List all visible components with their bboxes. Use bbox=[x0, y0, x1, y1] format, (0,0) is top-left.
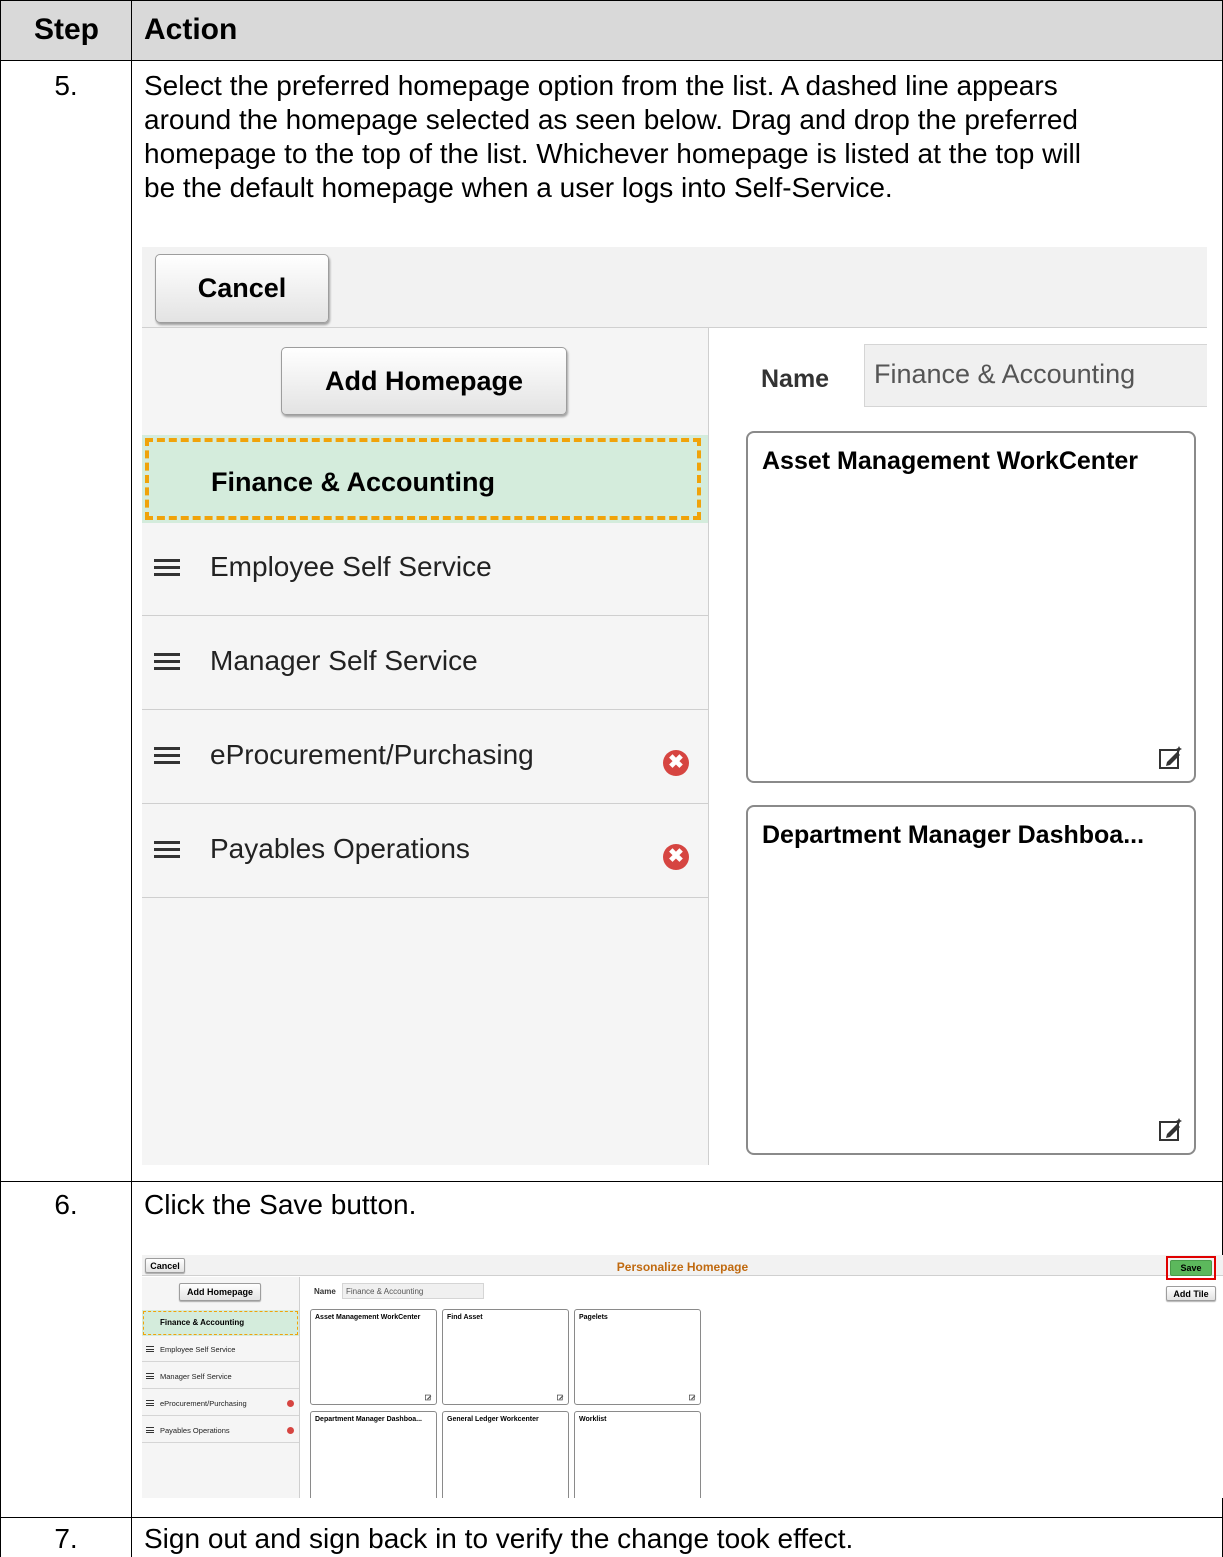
tile-title: General Ledger Workcenter bbox=[447, 1416, 539, 1423]
homepage-item[interactable]: eProcurement/Purchasing bbox=[142, 1390, 299, 1416]
drag-handle-icon[interactable] bbox=[146, 1346, 154, 1352]
save-button-highlight: Save bbox=[1166, 1256, 1216, 1280]
homepage-item-label: eProcurement/Purchasing bbox=[210, 739, 534, 770]
tile-title: Find Asset bbox=[447, 1314, 483, 1321]
step-number: 6. bbox=[54, 1189, 78, 1220]
tile[interactable]: Find Asset bbox=[442, 1309, 569, 1405]
add-homepage-button[interactable]: Add Homepage bbox=[179, 1283, 261, 1301]
homepage-item[interactable]: Payables Operations bbox=[142, 1417, 299, 1443]
delete-icon[interactable]: ✖ bbox=[663, 750, 689, 776]
add-tile-button[interactable]: Add Tile bbox=[1166, 1286, 1216, 1301]
step-instruction: Click the Save button. bbox=[144, 1189, 417, 1220]
step-instruction: Select the preferred homepage option fro… bbox=[144, 70, 1081, 203]
tile-title: Department Manager Dashboa... bbox=[315, 1416, 422, 1423]
header-step: Step bbox=[34, 13, 100, 46]
tile[interactable]: Pagelets bbox=[574, 1309, 701, 1405]
drag-handle-icon[interactable] bbox=[146, 1427, 154, 1433]
delete-icon[interactable] bbox=[287, 1427, 294, 1434]
toolbar: Cancel bbox=[142, 247, 1207, 328]
edit-icon[interactable] bbox=[1158, 745, 1184, 771]
homepage-item-label: Finance & Accounting bbox=[211, 467, 496, 497]
drag-handle-icon[interactable] bbox=[154, 559, 180, 577]
homepage-item-selected[interactable]: Finance & Accounting bbox=[142, 435, 708, 523]
tile-title: Asset Management WorkCenter bbox=[762, 447, 1139, 475]
tile[interactable]: General Ledger Workcenter bbox=[442, 1411, 569, 1498]
delete-icon[interactable] bbox=[287, 1400, 294, 1407]
delete-icon[interactable]: ✖ bbox=[663, 844, 689, 870]
homepage-item[interactable]: Employee Self Service bbox=[142, 523, 708, 616]
tile[interactable]: Asset Management WorkCenter bbox=[746, 431, 1196, 783]
drag-handle-icon[interactable] bbox=[146, 1400, 154, 1406]
tile[interactable]: Department Manager Dashboa... bbox=[310, 1411, 437, 1498]
name-field[interactable]: Finance & Accounting bbox=[864, 344, 1207, 407]
personalize-homepage-screenshot-small: Cancel Personalize Homepage Save Add Hom… bbox=[142, 1255, 1223, 1498]
tile-title: Pagelets bbox=[579, 1314, 608, 1321]
drag-handle-icon[interactable] bbox=[146, 1373, 154, 1379]
add-homepage-button[interactable]: Add Homepage bbox=[281, 347, 567, 415]
header-action: Action bbox=[144, 13, 238, 46]
toolbar: Cancel Personalize Homepage bbox=[142, 1255, 1223, 1276]
homepage-item-label: Manager Self Service bbox=[160, 1372, 232, 1381]
name-label: Name bbox=[761, 365, 830, 393]
tile[interactable]: Worklist bbox=[574, 1411, 701, 1498]
homepage-item-selected[interactable]: Finance & Accounting bbox=[142, 1310, 299, 1336]
homepage-item[interactable]: Manager Self Service bbox=[142, 617, 708, 710]
homepage-item-label: Manager Self Service bbox=[210, 645, 478, 676]
drag-handle-icon[interactable] bbox=[154, 841, 180, 859]
homepage-item-label: Employee Self Service bbox=[160, 1345, 236, 1354]
name-field[interactable]: Finance & Accounting bbox=[342, 1283, 484, 1299]
name-label: Name bbox=[314, 1287, 336, 1296]
homepage-item-label: eProcurement/Purchasing bbox=[160, 1399, 247, 1408]
edit-icon[interactable] bbox=[689, 1394, 696, 1401]
drag-handle-icon[interactable] bbox=[154, 747, 180, 765]
homepage-item-label: Payables Operations bbox=[160, 1426, 230, 1435]
tile-title: Department Manager Dashboa... bbox=[762, 821, 1145, 849]
tile-title: Asset Management WorkCenter bbox=[315, 1314, 421, 1321]
homepage-item[interactable]: eProcurement/Purchasing ✖ bbox=[142, 711, 708, 804]
homepage-item[interactable]: Payables Operations ✖ bbox=[142, 805, 708, 898]
step-instruction: Sign out and sign back in to verify the … bbox=[144, 1523, 854, 1554]
homepage-item[interactable]: Manager Self Service bbox=[142, 1363, 299, 1389]
homepage-item-label: Finance & Accounting bbox=[160, 1318, 245, 1327]
edit-icon[interactable] bbox=[425, 1394, 432, 1401]
homepage-item-label: Employee Self Service bbox=[210, 551, 492, 582]
homepage-detail-panel: Name Finance & Accounting Asset Manageme… bbox=[710, 328, 1207, 1165]
edit-icon[interactable] bbox=[1158, 1117, 1184, 1143]
cancel-button[interactable]: Cancel bbox=[155, 254, 329, 323]
step-number: 7. bbox=[54, 1523, 78, 1554]
personalize-homepage-screenshot-large: Cancel Add Homepage Finance & Accounting… bbox=[142, 247, 1207, 1165]
homepage-item[interactable]: Employee Self Service bbox=[142, 1336, 299, 1362]
homepage-list-panel: Add Homepage Finance & Accounting Employ… bbox=[142, 328, 709, 1165]
edit-icon[interactable] bbox=[557, 1394, 564, 1401]
step-number: 5. bbox=[54, 70, 78, 101]
tile[interactable]: Asset Management WorkCenter bbox=[310, 1309, 437, 1405]
page-title: Personalize Homepage bbox=[616, 1260, 749, 1274]
tile-title: Worklist bbox=[579, 1416, 607, 1423]
drag-handle-icon[interactable] bbox=[154, 653, 180, 671]
homepage-list-panel: Add Homepage Finance & Accounting Employ… bbox=[142, 1277, 300, 1498]
homepage-item-label: Payables Operations bbox=[210, 833, 470, 864]
save-button[interactable]: Save bbox=[1170, 1260, 1212, 1276]
tile[interactable]: Department Manager Dashboa... bbox=[746, 805, 1196, 1155]
